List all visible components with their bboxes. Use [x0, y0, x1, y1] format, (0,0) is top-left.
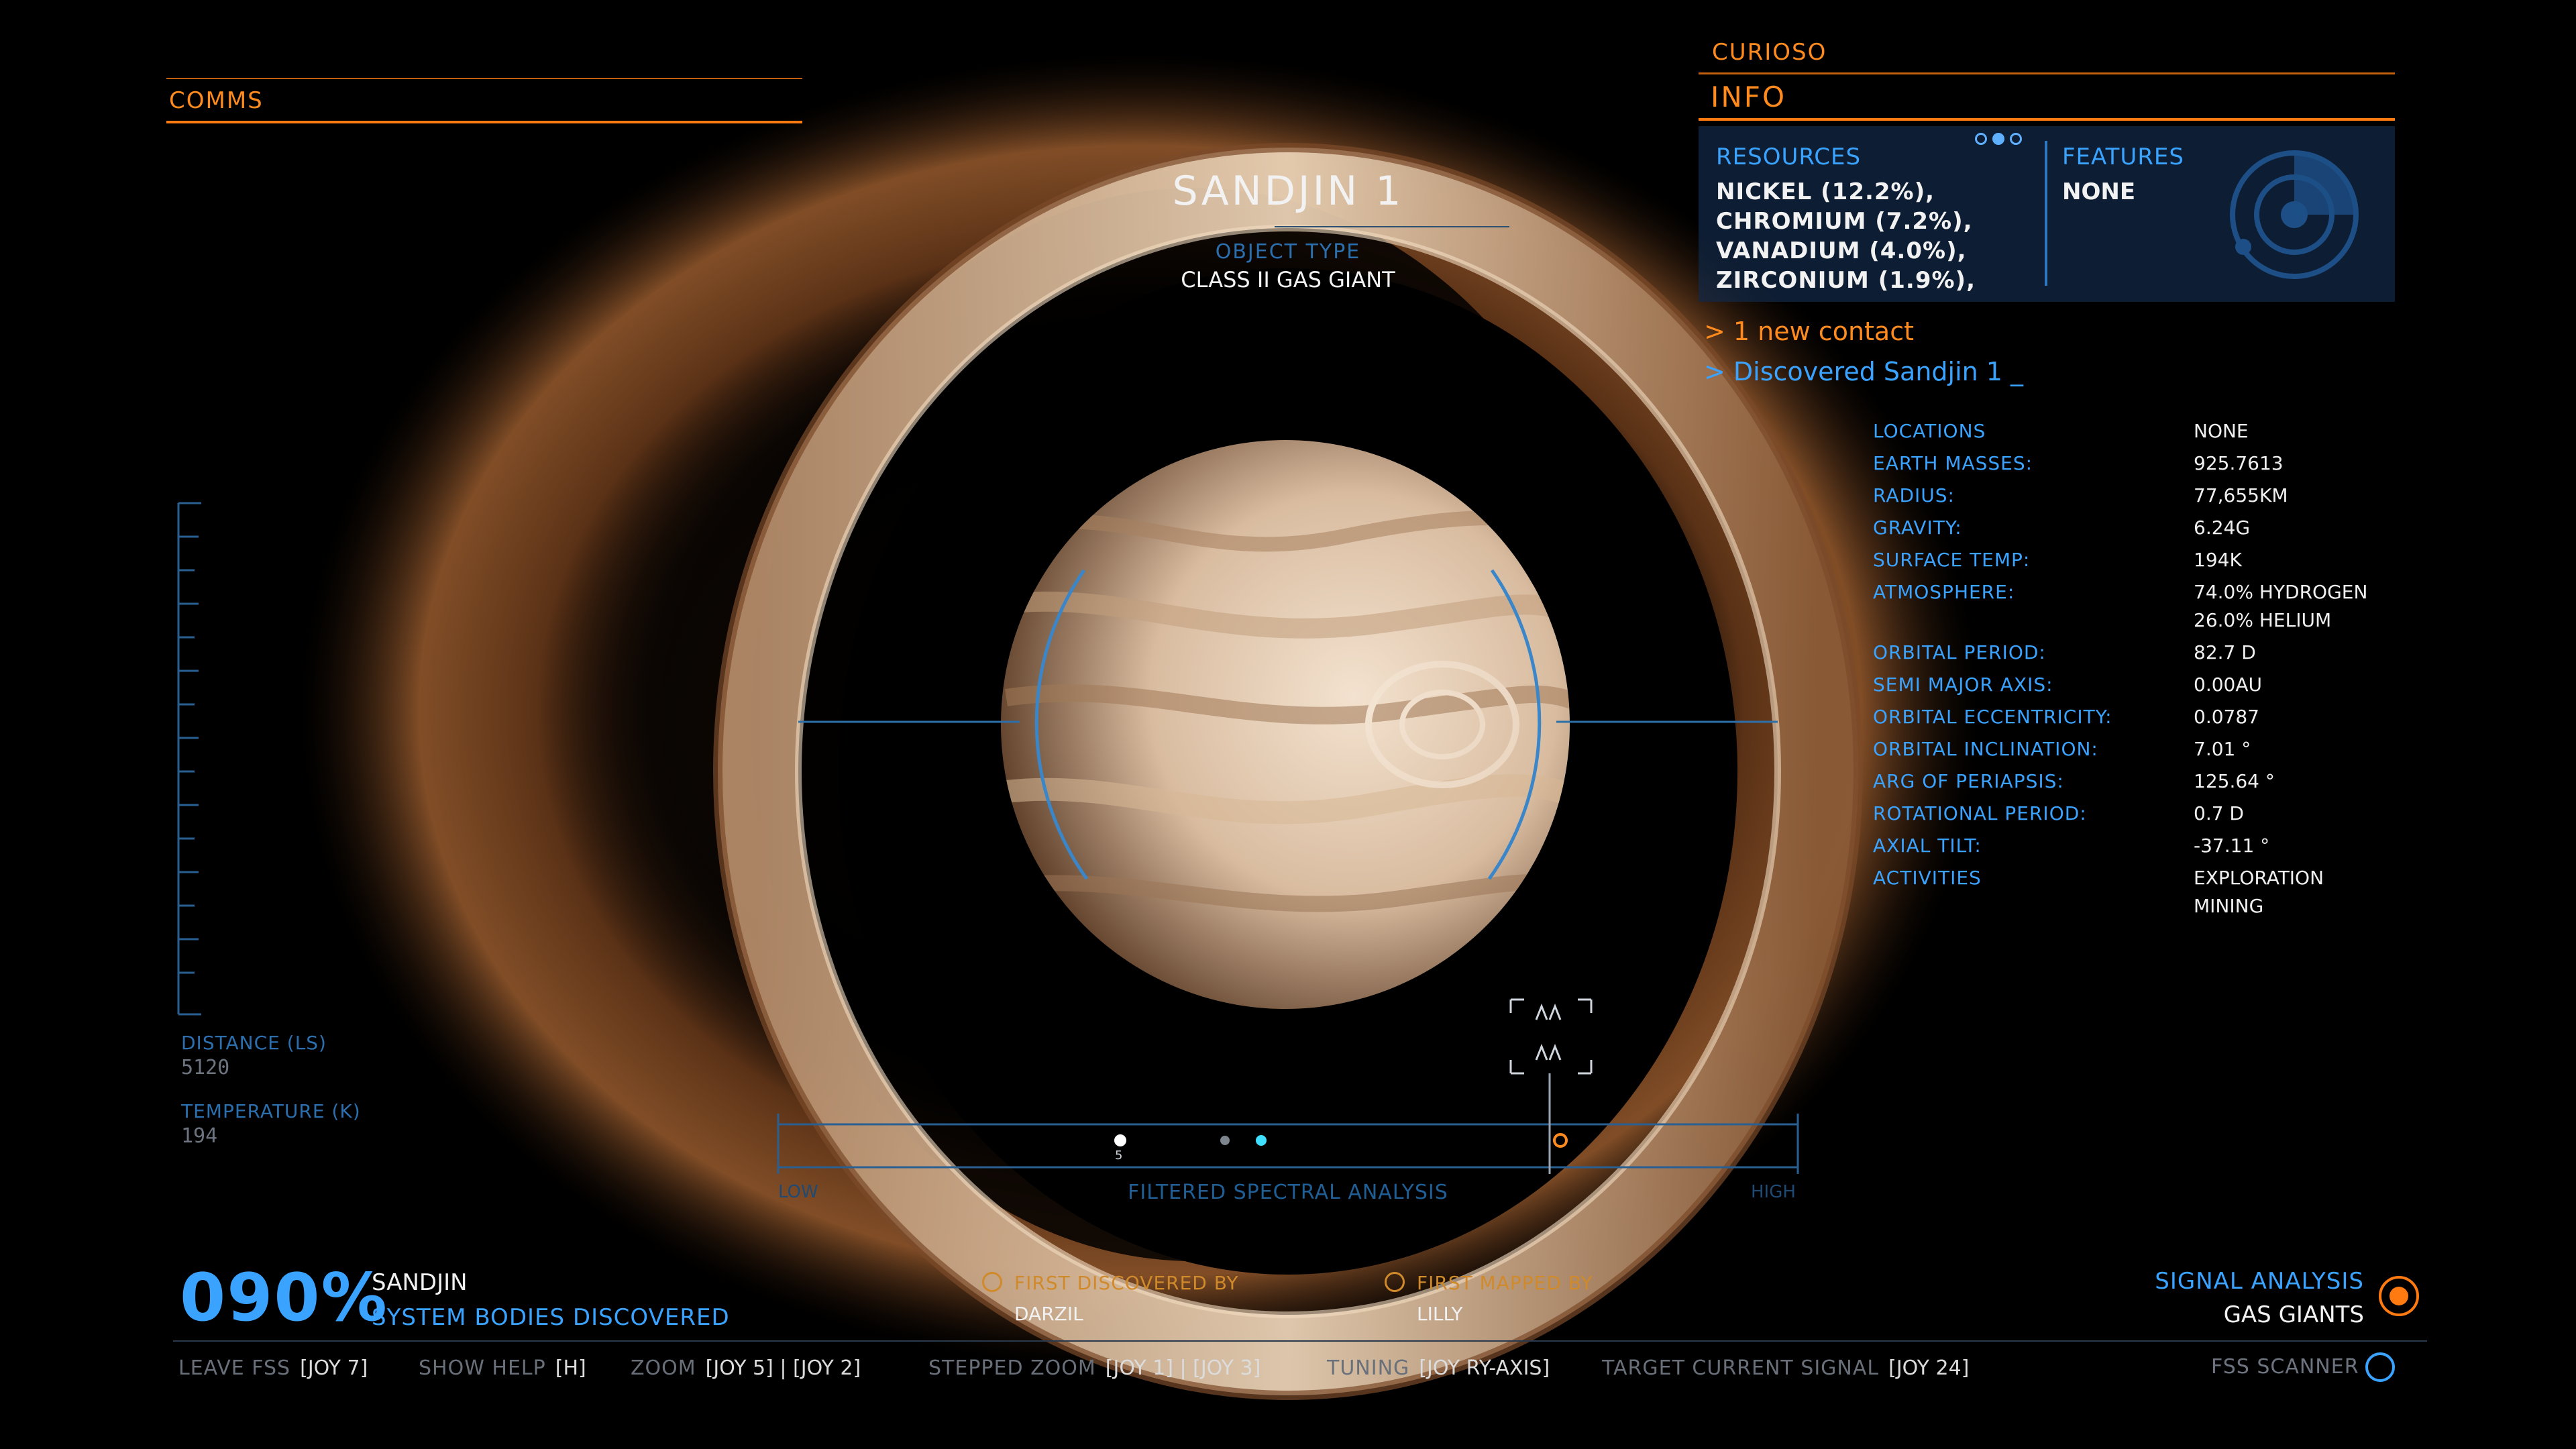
hint-key: [H] [555, 1356, 586, 1380]
detail-key: ARG OF PERIAPSIS: [1873, 770, 2064, 792]
detail-value: EXPLORATION [2194, 867, 2324, 889]
detail-key: SURFACE TEMP: [1873, 549, 2031, 571]
detail-key: ROTATIONAL PERIOD: [1873, 802, 2087, 824]
hint-label: STEPPED ZOOM [928, 1356, 1096, 1380]
signal-marker-cyan [1256, 1135, 1267, 1146]
hint-tuning[interactable]: TUNING [JOY RY-AXIS] [1327, 1356, 1550, 1380]
detail-value: 0.7 D [2194, 802, 2244, 824]
hint-key: [JOY RY-AXIS] [1419, 1356, 1550, 1380]
resource-item: ZIRCONIUM (1.9%), [1716, 267, 1976, 294]
detail-value: NONE [2194, 420, 2249, 442]
detail-key: ACTIVITIES [1873, 867, 1982, 889]
hint-label: ZOOM [631, 1356, 696, 1380]
hint-stepped-zoom[interactable]: STEPPED ZOOM [JOY 1] | [JOY 3] [928, 1356, 1260, 1380]
object-type-label: OBJECT TYPE [1215, 240, 1361, 264]
detail-value: MINING [2194, 895, 2264, 917]
detail-value: 82.7 D [2194, 641, 2256, 663]
temperature-value: 194 [181, 1124, 218, 1148]
detail-value: 125.64 ° [2194, 770, 2275, 792]
detail-value: 6.24G [2194, 517, 2251, 539]
signal-analysis-icon [2379, 1276, 2419, 1316]
discovery-percent: 090% [180, 1260, 388, 1336]
detail-key: SEMI MAJOR AXIS: [1873, 674, 2053, 696]
detail-value: 77,655KM [2194, 484, 2288, 506]
resource-item: NICKEL (12.2%), [1716, 178, 1935, 205]
first-discovered-icon [982, 1272, 1002, 1292]
features-label: FEATURES [2062, 144, 2185, 170]
fss-scanner-label: FSS SCANNER [2211, 1355, 2359, 1379]
spectrum-marker-number: 5 [1115, 1148, 1123, 1163]
detail-key: ATMOSPHERE: [1873, 581, 2015, 603]
hint-target-signal[interactable]: TARGET CURRENT SIGNAL [JOY 24] [1602, 1356, 1969, 1380]
distance-label: DISTANCE (LS) [181, 1032, 327, 1054]
page-dot-1[interactable] [1975, 133, 1987, 145]
log-discovered: > Discovered Sandjin 1 _ [1704, 357, 2024, 386]
resource-item: VANADIUM (4.0%), [1716, 237, 1967, 264]
fss-scanner-icon [2365, 1352, 2395, 1382]
detail-value: 194K [2194, 549, 2242, 571]
hint-label: SHOW HELP [419, 1356, 546, 1380]
resources-label: RESOURCES [1716, 144, 1862, 170]
hint-show-help[interactable]: SHOW HELP [H] [419, 1356, 586, 1380]
detail-value: 7.01 ° [2194, 738, 2251, 760]
detail-value: 74.0% HYDROGEN [2194, 581, 2368, 603]
detail-value: 26.0% HELIUM [2194, 609, 2332, 631]
distance-value: 5120 [181, 1056, 230, 1079]
hint-key: [JOY 1] | [JOY 3] [1105, 1356, 1261, 1380]
hint-key: [JOY 7] [300, 1356, 368, 1380]
detail-key: ORBITAL ECCENTRICITY: [1873, 706, 2112, 728]
info-tab[interactable]: INFO [1711, 80, 1786, 113]
hint-label: LEAVE FSS [178, 1356, 291, 1380]
detail-key: ORBITAL INCLINATION: [1873, 738, 2098, 760]
first-mapped-value: LILLY [1417, 1303, 1463, 1325]
detail-value: 925.7613 [2194, 452, 2284, 474]
detail-value: 0.00AU [2194, 674, 2262, 696]
first-discovered-value: DARZIL [1014, 1303, 1083, 1325]
distance-gauge [177, 502, 201, 1016]
detail-key: ORBITAL PERIOD: [1873, 641, 2046, 663]
hint-key: [JOY 5] | [JOY 2] [705, 1356, 861, 1380]
hint-zoom[interactable]: ZOOM [JOY 5] | [JOY 2] [631, 1356, 861, 1380]
spectrum-high-label: HIGH [1751, 1182, 1796, 1202]
detail-key: EARTH MASSES: [1873, 452, 2033, 474]
comms-tab[interactable]: COMMS [169, 87, 264, 114]
spectrum-title: FILTERED SPECTRAL ANALYSIS [1128, 1181, 1448, 1204]
commander-name: CURIOSO [1712, 39, 1827, 66]
log-new-contact: > 1 new contact [1704, 317, 1914, 346]
radar-icon [2230, 150, 2359, 279]
body-name: SANDJIN 1 [1172, 168, 1404, 215]
hint-label: TUNING [1327, 1356, 1410, 1380]
signal-analysis-label: SIGNAL ANALYSIS [2155, 1268, 2364, 1295]
detail-value: -37.11 ° [2194, 835, 2270, 857]
features-value: NONE [2062, 178, 2136, 205]
signal-marker-white [1114, 1134, 1126, 1146]
signal-analysis-value: GAS GIANTS [2223, 1301, 2364, 1328]
first-mapped-icon [1385, 1272, 1405, 1292]
page-dot-2[interactable] [1992, 133, 2004, 145]
detail-value: 0.0787 [2194, 706, 2259, 728]
system-name: SANDJIN [372, 1269, 468, 1296]
resource-item: CHROMIUM (7.2%), [1716, 208, 1973, 235]
hint-leave-fss[interactable]: LEAVE FSS [JOY 7] [178, 1356, 368, 1380]
page-dot-3[interactable] [2010, 133, 2022, 145]
bottom-divider [173, 1340, 2427, 1342]
first-discovered-label: FIRST DISCOVERED BY [1014, 1272, 1239, 1294]
temperature-label: TEMPERATURE (K) [181, 1100, 361, 1122]
panel-divider [2045, 141, 2047, 286]
first-mapped-label: FIRST MAPPED BY [1417, 1272, 1593, 1294]
hint-key: [JOY 24] [1888, 1356, 1970, 1380]
object-type-value: CLASS II GAS GIANT [1181, 267, 1395, 292]
detail-key: AXIAL TILT: [1873, 835, 1982, 857]
signal-marker-grey [1220, 1136, 1230, 1145]
detail-key: RADIUS: [1873, 484, 1955, 506]
detail-key: GRAVITY: [1873, 517, 1962, 539]
detail-key: LOCATIONS [1873, 420, 1986, 442]
hint-label: TARGET CURRENT SIGNAL [1602, 1356, 1880, 1380]
page-indicator[interactable] [1975, 133, 2027, 148]
spectrum-low-label: LOW [778, 1182, 818, 1202]
system-bodies-label: SYSTEM BODIES DISCOVERED [372, 1304, 730, 1331]
